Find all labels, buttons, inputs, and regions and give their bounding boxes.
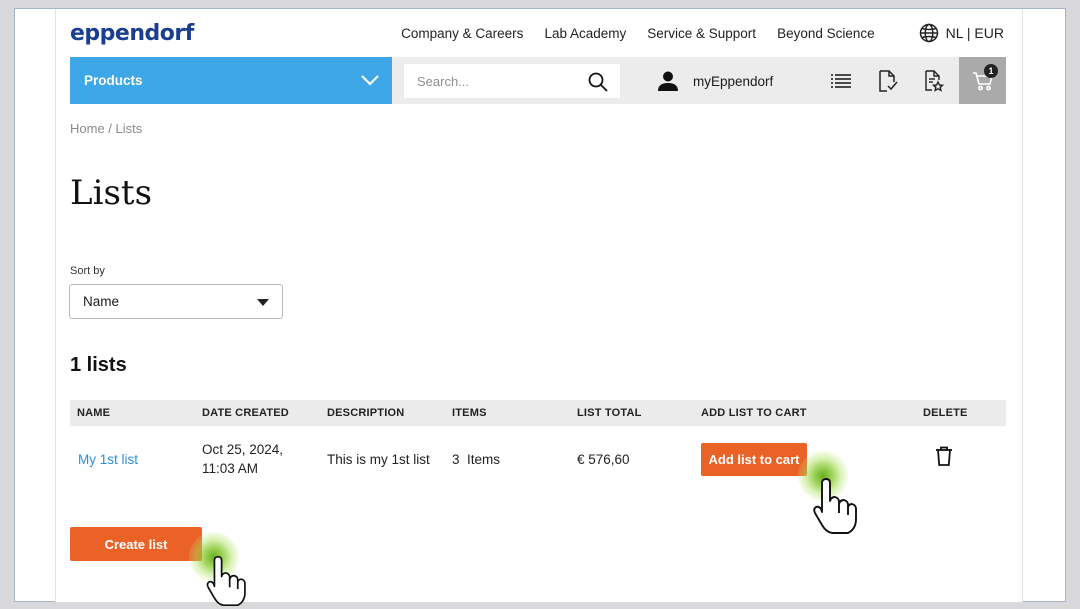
nav-link-lab-academy[interactable]: Lab Academy xyxy=(544,26,626,41)
trash-icon[interactable] xyxy=(935,446,953,466)
lists-table: NAME DATE CREATED DESCRIPTION ITEMS LIST… xyxy=(70,400,1006,496)
my-account-label: myEppendorf xyxy=(693,73,774,89)
locale-selector[interactable]: NL | EUR xyxy=(919,23,1004,43)
caret-down-icon xyxy=(257,299,269,306)
search-icon[interactable] xyxy=(588,72,608,92)
search-input[interactable] xyxy=(417,73,577,89)
page: eppendorf Company & Careers Lab Academy … xyxy=(55,9,1023,607)
user-icon xyxy=(658,71,678,91)
globe-icon xyxy=(919,23,938,43)
locale-label: NL | EUR xyxy=(945,25,1004,41)
list-icon[interactable] xyxy=(830,70,852,90)
column-header-add-list-to-cart: ADD LIST TO CART xyxy=(701,407,807,419)
breadcrumb-current: Lists xyxy=(115,121,143,136)
top-navigation: Company & Careers Lab Academy Service & … xyxy=(380,23,1004,43)
column-header-description: DESCRIPTION xyxy=(327,407,405,419)
table-header: NAME DATE CREATED DESCRIPTION ITEMS LIST… xyxy=(70,400,1006,426)
column-header-items: ITEMS xyxy=(452,407,487,419)
list-description: This is my 1st list xyxy=(327,452,430,467)
pointer-hand-icon xyxy=(813,478,857,534)
my-account-link[interactable]: myEppendorf xyxy=(657,70,773,92)
sort-dropdown[interactable]: Name xyxy=(69,284,283,319)
column-header-name: NAME xyxy=(77,407,111,419)
products-label: Products xyxy=(84,73,143,88)
pointer-hand-icon xyxy=(206,555,246,607)
screenshot-frame: eppendorf Company & Careers Lab Academy … xyxy=(14,8,1066,607)
column-header-delete: DELETE xyxy=(923,407,968,419)
nav-link-beyond-science[interactable]: Beyond Science xyxy=(777,26,875,41)
column-header-date-created: DATE CREATED xyxy=(202,407,289,419)
list-total: € 576,60 xyxy=(577,452,630,467)
document-check-icon[interactable] xyxy=(878,70,898,92)
cart-count-badge: 1 xyxy=(984,64,998,78)
products-menu-button[interactable]: Products xyxy=(70,57,392,104)
document-star-icon[interactable] xyxy=(924,70,944,92)
main-navbar: Products myEppendorf xyxy=(70,57,1006,104)
table-row: My 1st list Oct 25, 2024, 11:03 AM This … xyxy=(70,426,1006,496)
sort-label: Sort by xyxy=(70,265,105,277)
date-created-line2: 11:03 AM xyxy=(202,461,259,476)
eppendorf-logo[interactable]: eppendorf xyxy=(70,21,194,46)
breadcrumb-home[interactable]: Home xyxy=(70,121,105,136)
add-list-to-cart-button[interactable]: Add list to cart xyxy=(701,443,807,476)
date-created-line1: Oct 25, 2024, xyxy=(202,442,284,457)
nav-link-service-support[interactable]: Service & Support xyxy=(647,26,756,41)
breadcrumb: Home / Lists xyxy=(70,121,142,136)
breadcrumb-separator: / xyxy=(104,121,116,136)
cart-button[interactable]: 1 xyxy=(959,57,1006,104)
nav-link-company-careers[interactable]: Company & Careers xyxy=(401,26,523,41)
list-name-link[interactable]: My 1st list xyxy=(78,452,138,467)
list-count: 1 lists xyxy=(70,354,127,376)
list-items-count: 3 Items xyxy=(452,452,501,467)
search-box xyxy=(404,64,620,98)
chevron-down-icon xyxy=(361,75,379,86)
column-header-list-total: LIST TOTAL xyxy=(577,407,642,419)
page-title: Lists xyxy=(70,173,153,213)
create-list-button[interactable]: Create list xyxy=(70,527,202,561)
sort-value: Name xyxy=(83,294,120,309)
